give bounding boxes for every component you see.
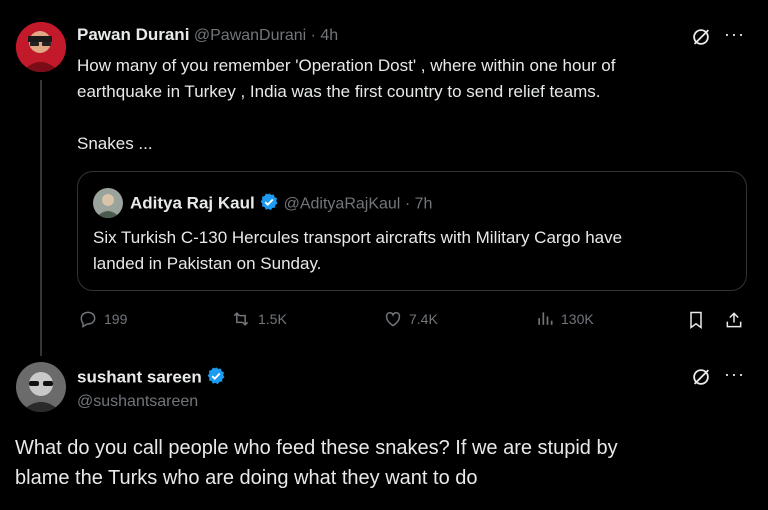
bookmark-button[interactable] [685, 309, 707, 331]
quote-handle: @AdityaRajKaul [283, 195, 401, 213]
avatar[interactable] [16, 362, 66, 412]
quote-avatar [93, 188, 123, 218]
post-text-line: Snakes ... [77, 134, 153, 153]
handle[interactable]: @PawanDurani [194, 27, 306, 44]
share-icon [726, 312, 742, 328]
heart-icon [385, 312, 401, 327]
analytics-icon [538, 312, 553, 325]
post-header: Pawan Durani @PawanDurani · 4h [77, 25, 338, 45]
separator: · [310, 27, 316, 44]
post-text-line: earthquake in Turkey , India was the fir… [77, 82, 601, 101]
avatar-image [16, 362, 66, 412]
avatar-image [16, 22, 66, 72]
thread-line [40, 80, 42, 356]
more-options-button[interactable]: ··· [724, 24, 745, 45]
quote-text-line: landed in Pakistan on Sunday. [93, 254, 322, 273]
display-name[interactable]: sushant sareen [77, 368, 202, 387]
more-options-button[interactable]: ··· [724, 364, 745, 385]
share-button[interactable] [723, 309, 745, 331]
view-count: 130K [561, 311, 594, 327]
views-button[interactable]: 130K [535, 309, 594, 329]
like-button[interactable]: 7.4K [383, 309, 438, 329]
post-header: sushant sareen [77, 366, 226, 391]
display-name[interactable]: Pawan Durani [77, 25, 189, 44]
post-text-line: blame the Turks who are doing what they … [15, 467, 478, 489]
post-text: What do you call people who feed these s… [15, 433, 618, 493]
quote-header: Aditya Raj Kaul @AdityaRajKaul · 7h [130, 192, 432, 217]
timestamp[interactable]: 4h [320, 27, 338, 44]
post-text-line: How many of you remember 'Operation Dost… [77, 56, 616, 75]
repost-count: 1.5K [258, 311, 287, 327]
verified-badge-icon [259, 192, 279, 217]
reply-count: 199 [104, 311, 128, 327]
post-text-line: What do you call people who feed these s… [15, 437, 618, 459]
verified-badge-icon [206, 366, 226, 391]
like-count: 7.4K [409, 311, 438, 327]
grok-icon[interactable] [689, 365, 713, 389]
reply-button[interactable]: 199 [78, 309, 127, 329]
handle[interactable]: @sushantsareen [77, 393, 198, 411]
quote-text: Six Turkish C-130 Hercules transport air… [93, 225, 622, 277]
avatar[interactable] [16, 22, 66, 72]
quote-text-line: Six Turkish C-130 Hercules transport air… [93, 228, 623, 247]
post-text: How many of you remember 'Operation Dost… [77, 53, 615, 157]
repost-button[interactable]: 1.5K [230, 309, 287, 329]
bookmark-icon [690, 311, 702, 329]
reply-icon [80, 311, 96, 328]
quote-timestamp: 7h [414, 195, 433, 213]
quote-display-name: Aditya Raj Kaul [130, 193, 255, 213]
repost-icon [233, 312, 249, 326]
separator: · [404, 195, 411, 213]
grok-icon[interactable] [689, 25, 713, 49]
quoted-post[interactable]: Aditya Raj Kaul @AdityaRajKaul · 7h Six … [77, 171, 747, 291]
